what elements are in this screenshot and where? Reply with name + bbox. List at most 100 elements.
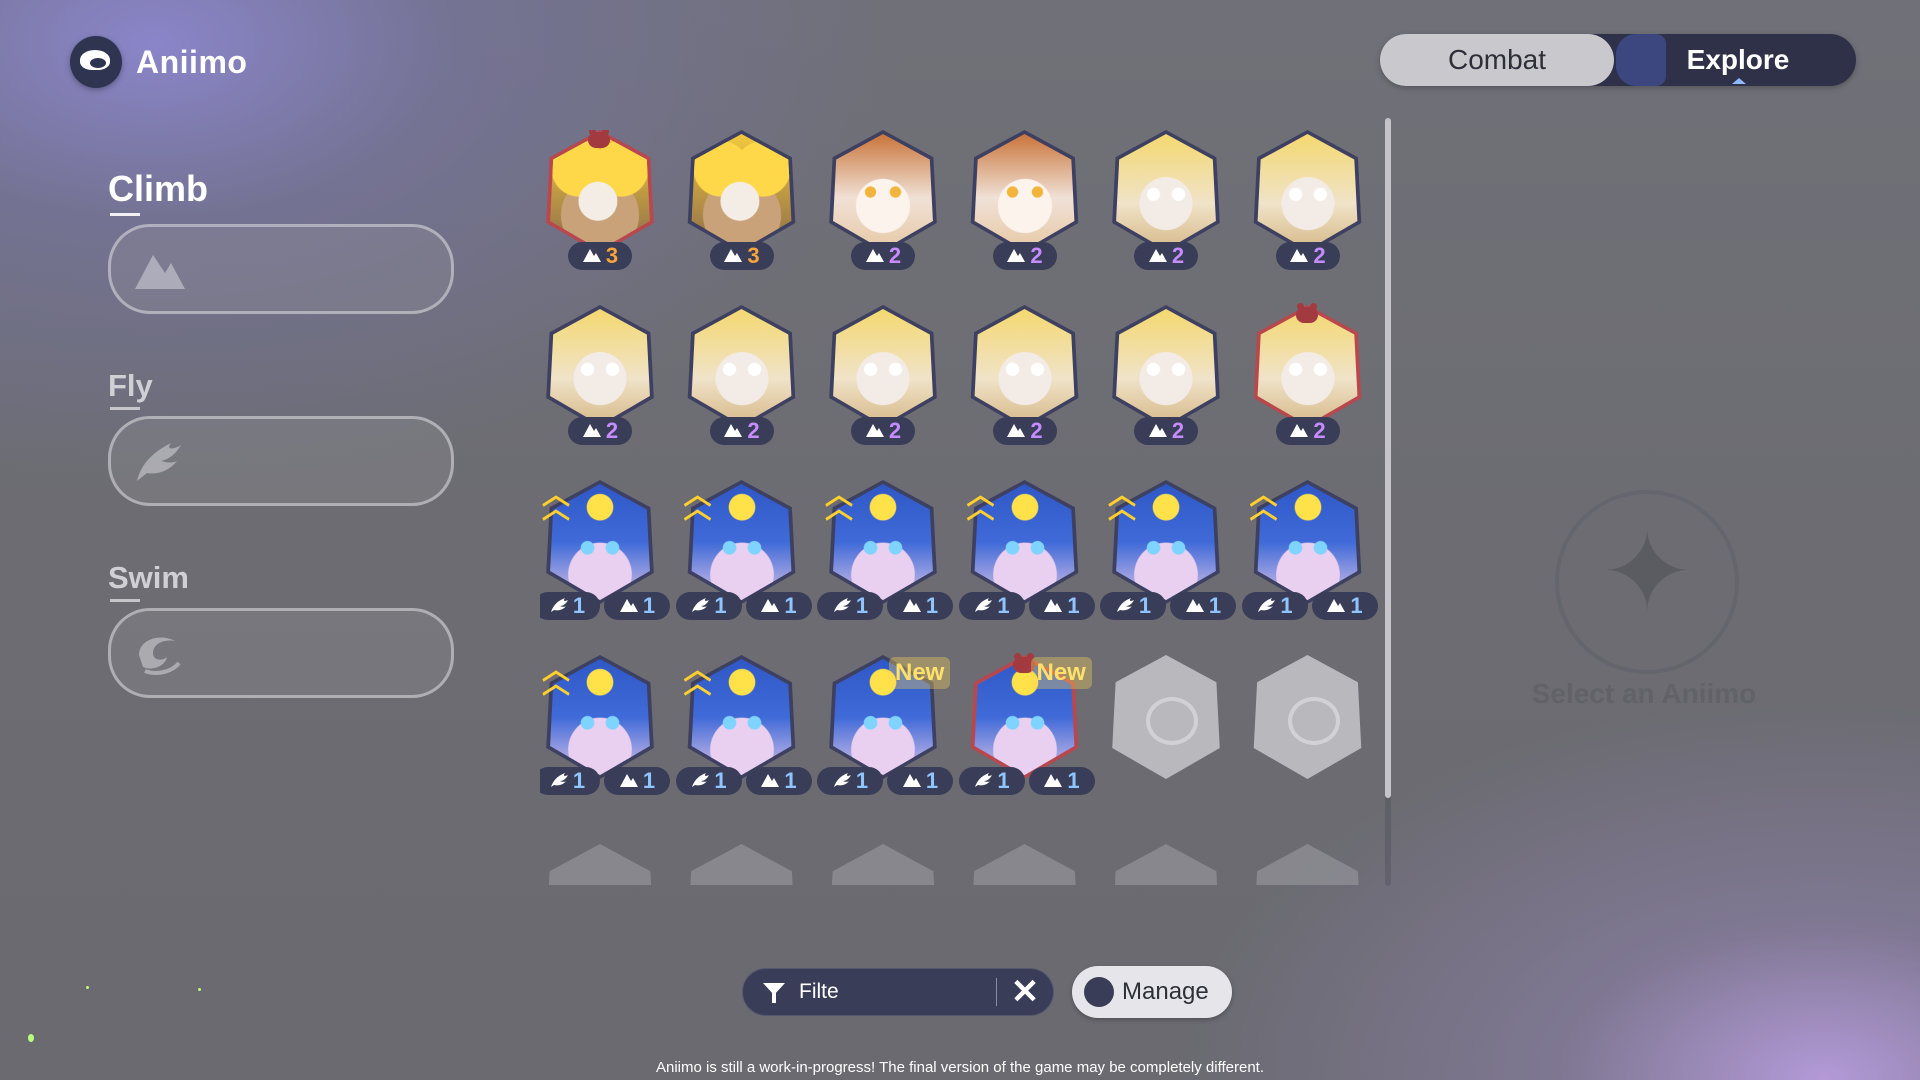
climb-level-badge: 2 (709, 417, 774, 445)
aniimo-card[interactable]: 3 (682, 130, 802, 280)
mountain-icon (1043, 593, 1063, 619)
select-aniimo-label: Select an Aniimo (1531, 678, 1757, 709)
climb-level-badge: 2 (1134, 242, 1198, 270)
empty-slot-icon (1287, 697, 1340, 745)
fly-slot[interactable] (108, 416, 454, 506)
climb-level-badge: 1 (745, 767, 812, 795)
mountain-icon (619, 768, 639, 794)
aniimo-portrait (1253, 130, 1362, 254)
aniimo-card[interactable]: 2 (540, 305, 660, 455)
climb-level-badge: 1 (887, 767, 953, 795)
filter-bar[interactable]: Filte ✕ (742, 968, 1054, 1016)
aniimo-card[interactable]: 2 (965, 130, 1085, 280)
aniimo-card[interactable]: ︿ ︿ 1 1 (675, 654, 812, 805)
rank-chevron-icon: ︿ ︿ (966, 479, 995, 524)
aniimo-card[interactable]: 3 (540, 130, 660, 280)
aniimo-portrait (687, 130, 796, 254)
manage-button[interactable]: Manage (1072, 966, 1232, 1018)
climb-level-value: 1 (925, 768, 939, 793)
new-tag: New (1030, 657, 1092, 689)
rank-chevron-icon: ︿ ︿ (683, 654, 712, 699)
wing-icon (832, 768, 852, 794)
sparkle-icon (28, 1034, 34, 1042)
aniimo-card (1248, 830, 1368, 885)
aniimo-face-cat (1116, 134, 1216, 250)
aniimo-face-fox (550, 134, 650, 250)
brand: Aniimo (70, 36, 247, 88)
aniimo-card[interactable]: 2 (965, 305, 1085, 455)
aniimo-face-cat (1116, 309, 1216, 425)
aniimo-face-cat (1257, 134, 1358, 250)
aniimo-face-calico (974, 134, 1075, 250)
aniimo-face-cat (833, 309, 933, 425)
mountain-icon (760, 593, 780, 619)
aniimo-card[interactable]: ︿ ︿ 1 1 (540, 480, 670, 630)
aniimo-card[interactable]: ︿ ︿ 1 1 (1241, 480, 1378, 630)
aniimo-card[interactable]: 2 (1106, 305, 1226, 455)
aniimo-card (540, 830, 660, 885)
aniimo-card[interactable]: 2 (823, 130, 943, 280)
fly-level-badge: 1 (1100, 592, 1166, 620)
aniimo-portrait (1253, 844, 1362, 885)
fly-level-badge: 1 (540, 592, 600, 620)
aniimo-card[interactable]: 2 (1248, 130, 1368, 280)
climb-level-badge: 1 (887, 592, 953, 620)
fly-level-value: 1 (572, 593, 586, 618)
wing-icon (549, 768, 569, 794)
wing-icon (690, 768, 710, 794)
climb-level-badge: 2 (1275, 417, 1340, 445)
climb-level-badge: 2 (992, 242, 1057, 270)
fly-level-badge: 1 (817, 767, 883, 795)
climb-level-badge: 1 (604, 767, 670, 795)
climb-level-value: 3 (605, 243, 619, 268)
climb-level-value: 1 (784, 593, 797, 618)
fly-level-value: 1 (572, 768, 586, 793)
aniimo-card[interactable] (1106, 655, 1226, 805)
close-icon[interactable]: ✕ (1007, 974, 1043, 1010)
climb-level-badge: 2 (1134, 417, 1198, 445)
mountain-icon (902, 593, 922, 619)
filter-divider (996, 978, 997, 1006)
aniimo-card[interactable]: ︿ ︿ 1 1 (675, 479, 812, 630)
climb-slot[interactable] (108, 224, 454, 314)
climb-level-value: 2 (1030, 418, 1043, 443)
aniimo-card[interactable]: ︿ ︿ 1 1 (1100, 480, 1236, 630)
aniimo-card[interactable]: ︿ ︿ 1 1 (540, 655, 670, 805)
aniimo-face-calico (833, 134, 933, 250)
mountain-icon (619, 593, 639, 619)
grid-scrollbar[interactable] (1385, 118, 1391, 798)
aniimo-portrait (1112, 844, 1220, 885)
aniimo-card[interactable]: ︿ ︿ 1 1 (817, 479, 953, 630)
aniimo-card[interactable]: ︿ ︿ 1 1 (958, 479, 1095, 630)
aniimo-card[interactable]: 2 (823, 305, 943, 455)
climb-level-badge: 1 (1170, 592, 1236, 620)
aniimo-portrait (1253, 655, 1362, 779)
filter-input[interactable]: Filte (799, 980, 996, 1004)
climb-level-value: 2 (888, 418, 902, 443)
aniimo-card[interactable]: 2 (682, 305, 802, 455)
mountain-icon (760, 768, 780, 794)
mode-toggle: Combat Explore (1380, 34, 1856, 86)
explore-tab[interactable]: Explore (1616, 34, 1856, 86)
climb-level-value: 1 (1067, 768, 1080, 793)
rank-chevron-icon: ︿ ︿ (825, 479, 854, 524)
aniimo-portrait (546, 305, 654, 429)
mountain-icon (865, 243, 885, 269)
rank-chevron-icon: ︿ ︿ (683, 479, 712, 524)
wing-icon (137, 443, 181, 481)
new-tag: New (889, 657, 951, 689)
aniimo-card[interactable]: 2 (1248, 303, 1368, 455)
wing-icon (973, 768, 993, 794)
mountain-icon (723, 243, 743, 269)
combat-tab[interactable]: Combat (1380, 34, 1614, 86)
aniimo-card[interactable]: New 1 1 (958, 653, 1095, 805)
aniimo-card[interactable]: 2 (1106, 130, 1226, 280)
aniimo-card[interactable] (1248, 655, 1368, 805)
empty-slot-icon (1146, 697, 1198, 745)
fly-level-value: 1 (855, 768, 869, 793)
fly-level-badge: 1 (540, 767, 600, 795)
aniimo-card (682, 830, 802, 885)
swim-section: Swim (108, 560, 189, 602)
aniimo-card[interactable]: New 1 1 (817, 655, 953, 805)
swim-slot[interactable] (108, 608, 454, 698)
